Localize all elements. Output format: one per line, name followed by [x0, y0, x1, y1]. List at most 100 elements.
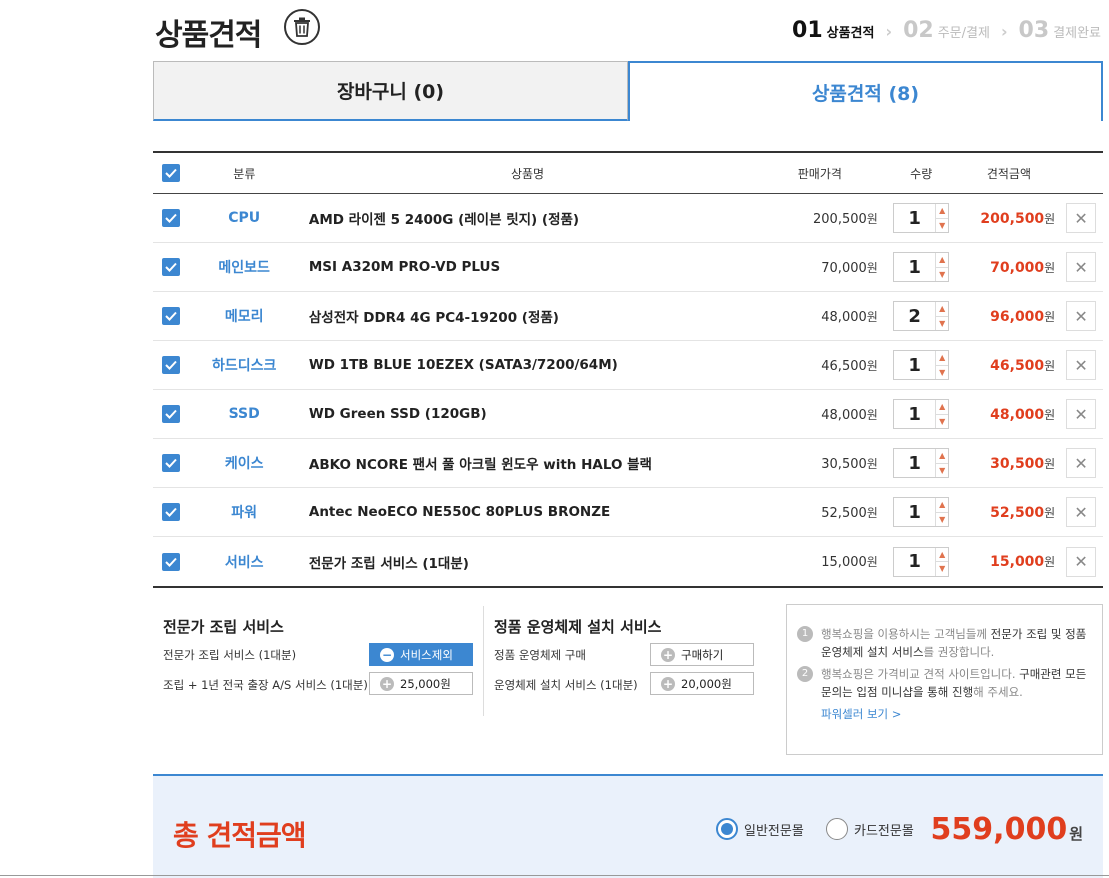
row-checkbox[interactable]	[162, 307, 181, 325]
row-total: 52,500	[990, 504, 1045, 521]
chevron-right-icon: ›	[885, 22, 893, 41]
notice-text: 해 주세요.	[973, 685, 1023, 699]
qty-down-icon[interactable]: ▼	[936, 268, 948, 282]
close-icon[interactable]: ✕	[1066, 399, 1097, 429]
notice-text: 행복쇼핑은 가격비교 견적 사이트입니다.	[821, 667, 1020, 681]
header-product: 상품명	[510, 166, 545, 181]
step-number: 02	[903, 18, 934, 43]
quantity-stepper: 1 ▲ ▼	[893, 203, 950, 233]
page-title: 상품견적	[155, 18, 262, 53]
quantity-input[interactable]: 1	[894, 400, 935, 428]
as-service-price: 25,000원	[400, 676, 451, 691]
close-icon[interactable]: ✕	[1066, 448, 1097, 478]
quantity-input[interactable]: 1	[894, 498, 935, 526]
qty-up-icon[interactable]: ▲	[936, 449, 949, 464]
table-row: SSD WD Green SSD (120GB) 48,000원 1 ▲ ▼ 48…	[153, 390, 1103, 439]
tab-cart[interactable]: 장바구니 (0)	[153, 61, 628, 121]
close-icon[interactable]: ✕	[1066, 252, 1097, 282]
radio-general-label: 일반전문몰	[744, 823, 804, 839]
quantity-input[interactable]: 1	[894, 204, 935, 232]
as-service-add-button[interactable]: + 25,000원	[369, 672, 473, 695]
row-category: 파워	[231, 505, 258, 521]
buy-os-button[interactable]: + 구매하기	[650, 643, 754, 666]
plus-circle-icon: +	[661, 647, 675, 662]
row-checkbox[interactable]	[162, 552, 181, 571]
select-all-checkbox[interactable]	[162, 164, 181, 182]
qty-down-icon[interactable]: ▼	[936, 366, 948, 380]
table-row: 케이스 ABKO NCORE 팬서 풀 아크릴 윈도우 with HALO 블랙…	[153, 439, 1103, 488]
currency-label: 원	[866, 456, 878, 471]
power-seller-link[interactable]: 파워셀러 보기 >	[821, 705, 1088, 723]
close-icon[interactable]: ✕	[1066, 350, 1097, 380]
number-1-icon: 1	[797, 626, 813, 642]
exclude-service-button[interactable]: − 서비스제외	[369, 643, 473, 666]
qty-up-icon[interactable]: ▲	[936, 253, 949, 268]
close-icon[interactable]: ✕	[1066, 497, 1097, 527]
currency-label: 원	[1069, 825, 1083, 843]
qty-down-icon[interactable]: ▼	[936, 219, 948, 233]
radio-card-label: 카드전문몰	[854, 823, 914, 839]
currency-label: 원	[866, 211, 878, 226]
quantity-input[interactable]: 1	[894, 449, 935, 477]
qty-up-icon[interactable]: ▲	[936, 400, 949, 415]
row-checkbox[interactable]	[162, 258, 181, 276]
row-checkbox[interactable]	[162, 356, 181, 374]
qty-up-icon[interactable]: ▲	[936, 498, 949, 513]
close-icon[interactable]: ✕	[1066, 301, 1097, 331]
buy-os-label: 구매하기	[681, 647, 724, 662]
row-checkbox[interactable]	[162, 503, 181, 521]
currency-label: 원	[1044, 309, 1056, 324]
row-price: 15,000	[821, 555, 867, 570]
quantity-input[interactable]: 1	[894, 548, 935, 576]
step-number: 03	[1018, 18, 1050, 43]
os-install-label: 운영체제 설치 서비스 (1대분)	[494, 678, 638, 692]
quantity-input[interactable]: 1	[894, 253, 935, 281]
qty-down-icon[interactable]: ▼	[936, 415, 948, 429]
row-checkbox[interactable]	[162, 454, 181, 472]
row-product-name: ABKO NCORE 팬서 풀 아크릴 윈도우 with HALO 블랙	[308, 457, 652, 473]
qty-up-icon[interactable]: ▲	[936, 302, 949, 317]
radio-general-mall[interactable]: 일반전문몰	[716, 818, 804, 840]
os-install-price: 20,000원	[681, 676, 732, 691]
total-label: 총 견적금액	[173, 819, 307, 852]
quantity-stepper: 2 ▲ ▼	[893, 301, 950, 331]
row-product-name: MSI A320M PRO-VD PLUS	[308, 259, 501, 275]
radio-selected-icon	[716, 818, 738, 840]
row-product-name: WD Green SSD (120GB)	[308, 406, 487, 422]
step-number: 01	[792, 18, 823, 43]
as-service-label: 조립 + 1년 전국 출장 A/S 서비스 (1대분)	[163, 678, 368, 692]
row-checkbox[interactable]	[162, 209, 181, 227]
radio-card-mall[interactable]: 카드전문몰	[826, 818, 914, 840]
quantity-input[interactable]: 1	[894, 351, 935, 379]
close-icon[interactable]: ✕	[1066, 203, 1097, 233]
os-install-add-button[interactable]: + 20,000원	[650, 672, 754, 695]
row-category: 하드디스크	[211, 358, 277, 374]
row-category: SSD	[228, 406, 260, 422]
qty-up-icon[interactable]: ▲	[936, 548, 949, 562]
tab-bar: 장바구니 (0) 상품견적 (8)	[153, 61, 1103, 121]
quantity-stepper: 1 ▲ ▼	[893, 497, 950, 527]
qty-down-icon[interactable]: ▼	[936, 317, 948, 331]
currency-label: 원	[1044, 555, 1056, 569]
header-price: 판매가격	[797, 166, 842, 181]
notice-item: 1 행복쇼핑을 이용하시는 고객님들께 전문가 조립 및 정품 운영체제 설치 …	[797, 625, 1088, 661]
row-checkbox[interactable]	[162, 405, 181, 423]
row-category: 서비스	[224, 554, 264, 571]
row-total: 30,500	[990, 455, 1045, 472]
qty-down-icon[interactable]: ▼	[936, 562, 948, 576]
tab-quote[interactable]: 상품견적 (8)	[628, 61, 1103, 121]
trash-icon[interactable]	[284, 9, 320, 45]
qty-down-icon[interactable]: ▼	[936, 513, 948, 527]
row-category: 메인보드	[218, 260, 270, 276]
row-product-name: AMD 라이젠 5 2400G (레이븐 릿지) (정품)	[308, 212, 580, 228]
currency-label: 원	[1044, 211, 1056, 226]
table-header: 분류 상품명 판매가격 수량 견적금액	[153, 153, 1103, 194]
quantity-input[interactable]: 2	[894, 302, 935, 330]
notice-text: 행복쇼핑을 이용하시는 고객님들께	[821, 627, 991, 641]
close-icon[interactable]: ✕	[1066, 546, 1097, 577]
currency-label: 원	[1044, 407, 1056, 422]
qty-up-icon[interactable]: ▲	[936, 204, 949, 219]
qty-up-icon[interactable]: ▲	[936, 351, 949, 366]
row-category: CPU	[228, 210, 261, 226]
qty-down-icon[interactable]: ▼	[936, 464, 948, 478]
